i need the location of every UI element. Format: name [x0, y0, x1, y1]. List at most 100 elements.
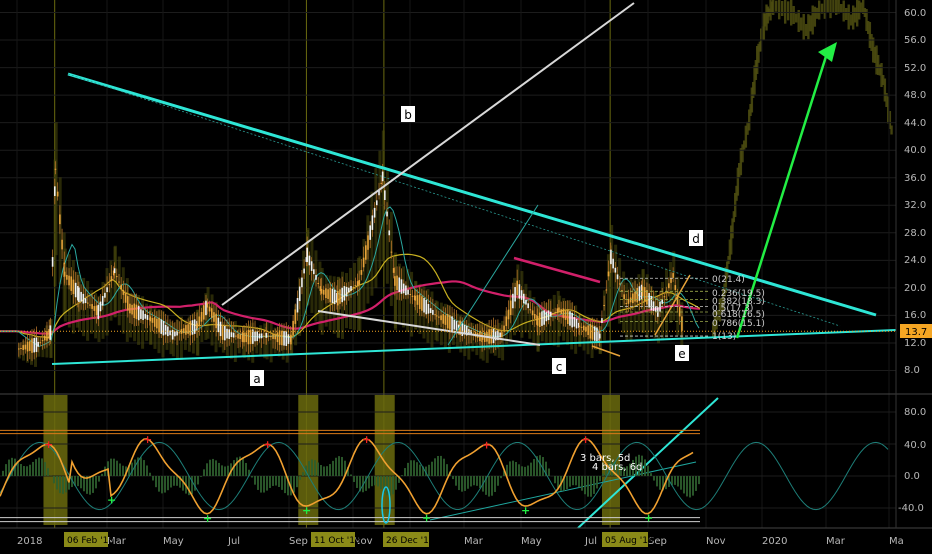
candle-body — [428, 304, 430, 314]
osc-histogram-bar — [470, 476, 472, 486]
candle-body — [594, 326, 596, 340]
osc-histogram-bar — [161, 476, 163, 493]
candle-body — [388, 230, 390, 235]
date-badge-2: 11 Oct '18 — [311, 532, 361, 547]
price-tick: 60.0 — [904, 8, 926, 19]
candle-body — [510, 301, 512, 315]
candle-body — [235, 336, 237, 337]
buy-marker: + — [521, 504, 530, 517]
osc-annotation-2: 4 bars, 6d — [592, 462, 642, 473]
osc-histogram-bar — [269, 476, 271, 488]
candle-body — [550, 312, 552, 317]
ghost-bar — [803, 14, 805, 40]
candle-body — [42, 340, 44, 341]
osc-histogram-bar — [659, 476, 661, 490]
osc-histogram-bar — [152, 476, 154, 480]
candle-body — [532, 310, 534, 315]
ghost-bar — [795, 14, 797, 23]
candle-body — [372, 215, 374, 229]
svg-text:c: c — [556, 360, 563, 374]
osc-histogram-bar — [32, 462, 34, 476]
osc-histogram-bar — [395, 476, 397, 490]
time-tick: Mar — [464, 536, 484, 547]
candle-body — [277, 332, 279, 342]
candle-body — [380, 183, 382, 184]
fib-label-1: 1(13) — [712, 332, 736, 342]
candle-body — [636, 288, 638, 302]
osc-histogram-bar — [89, 476, 91, 495]
current-price-tag: 13.7 — [900, 324, 932, 338]
osc-histogram-bar — [479, 476, 481, 488]
candle-body — [675, 285, 677, 290]
candle-body — [254, 332, 256, 342]
osc-histogram-bar — [143, 460, 145, 476]
candle-body — [123, 290, 125, 295]
wave-label-e: e — [675, 345, 689, 361]
osc-histogram-bar — [317, 463, 319, 476]
candle-body — [376, 200, 378, 205]
candle-body — [54, 186, 56, 196]
osc-histogram-bar — [197, 476, 199, 484]
osc-histogram-bar — [281, 476, 283, 490]
osc-histogram-bar — [590, 476, 592, 497]
osc-histogram-bar — [350, 474, 352, 476]
osc-histogram-bar — [443, 459, 445, 476]
time-tick: 2018 — [17, 536, 42, 547]
candle-body — [352, 287, 354, 288]
candle-body — [423, 298, 425, 312]
candle-body — [313, 269, 315, 274]
candle-body — [245, 332, 247, 342]
buy-marker: + — [302, 504, 311, 517]
osc-histogram-bar — [407, 463, 409, 476]
ghost-bar — [787, 1, 789, 20]
candle-body — [50, 325, 52, 339]
osc-histogram-bar — [272, 476, 274, 486]
candle-body — [409, 294, 411, 295]
candle-body — [425, 300, 427, 314]
candle-body — [292, 321, 294, 335]
candle-body — [670, 278, 672, 283]
osc-histogram-bar — [374, 476, 376, 485]
candle-body — [394, 276, 396, 286]
osc-histogram-bar — [587, 476, 589, 497]
candle-body — [560, 309, 562, 314]
candle-body — [174, 331, 176, 336]
candle-body — [396, 276, 398, 290]
candle-body — [668, 283, 670, 288]
candle-body — [85, 298, 87, 303]
candle-body — [315, 275, 317, 280]
osc-histogram-bar — [434, 458, 436, 476]
candle-body — [311, 261, 313, 271]
osc-histogram-bar — [428, 465, 430, 476]
candle-body — [87, 303, 89, 304]
candle-body — [419, 295, 421, 309]
candle-body — [228, 329, 230, 339]
osc-histogram-bar — [251, 476, 253, 477]
osc-histogram-bar — [677, 476, 679, 486]
osc-histogram-bar — [515, 462, 517, 476]
candle-body — [231, 332, 233, 337]
osc-histogram-bar — [302, 472, 304, 476]
price-tick: 28.0 — [904, 228, 926, 239]
candle-body — [263, 336, 265, 337]
candle-body — [36, 337, 38, 351]
ghost-bar — [840, 4, 842, 12]
candle-body — [18, 348, 20, 349]
chart-container: ++++++++++++ a b c d e 0(21.4) 0.236(19.… — [0, 0, 932, 550]
osc-histogram-bar — [194, 476, 196, 491]
candle-body — [384, 190, 386, 200]
candle-body — [576, 319, 578, 329]
osc-histogram-bar — [23, 466, 25, 476]
candle-body — [530, 309, 532, 310]
osc-histogram-bar — [530, 463, 532, 476]
chart-svg: ++++++++++++ a b c d e 0(21.4) 0.236(19.… — [0, 0, 932, 550]
price-tick: 52.0 — [904, 63, 926, 74]
osc-histogram-bar — [209, 460, 211, 476]
candle-body — [523, 294, 525, 304]
time-tick: Jul — [584, 536, 597, 547]
candle-body — [165, 325, 167, 335]
candle-body — [546, 312, 548, 322]
candle-body — [403, 284, 405, 294]
osc-histogram-bar — [296, 476, 298, 487]
osc-histogram-bar — [650, 473, 652, 476]
